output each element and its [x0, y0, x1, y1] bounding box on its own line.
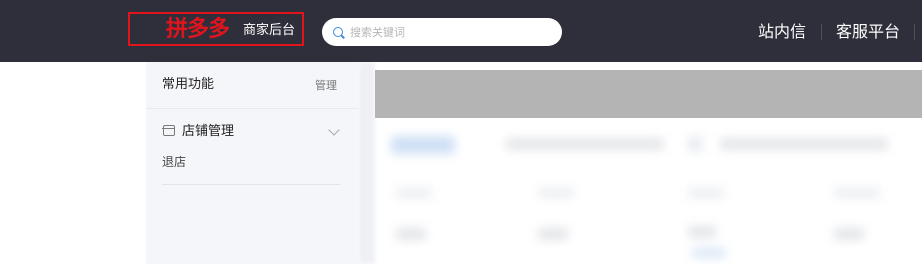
chevron-down-icon[interactable] [328, 124, 340, 136]
divider [146, 108, 358, 109]
brand-subtitle: 商家后台 [243, 23, 296, 38]
blurred-stat-label [538, 188, 574, 198]
divider [162, 184, 340, 185]
blurred-stat-value [834, 228, 864, 240]
search-icon[interactable] [333, 27, 343, 37]
blurred-stat-label [396, 188, 432, 198]
search-input[interactable] [350, 22, 550, 42]
content-gutter [358, 62, 375, 264]
blurred-tab-icon [688, 136, 702, 152]
blurred-stat-value [688, 226, 716, 238]
blurred-link [692, 248, 726, 258]
blurred-stat-label [834, 188, 880, 198]
blurred-stat-label [688, 188, 724, 198]
blurred-stat-value [396, 228, 426, 240]
sidebar: 常用功能 管理 店铺管理 退店 [146, 62, 358, 264]
main-content [358, 62, 922, 264]
common-functions-header: 常用功能 管理 [146, 62, 358, 108]
search-box[interactable] [322, 18, 562, 46]
service-platform-link[interactable]: 客服平台 [836, 21, 900, 43]
top-navigation-bar: 拼多多 商家后台 站内信 客服平台 [0, 0, 922, 62]
nav-divider [914, 24, 915, 40]
manage-button[interactable]: 管理 [315, 78, 337, 94]
blurred-stat-value [538, 228, 568, 240]
banner-placeholder [375, 70, 922, 118]
blurred-tab [506, 138, 664, 150]
messages-link[interactable]: 站内信 [758, 21, 806, 43]
logo[interactable]: 拼多多 商家后台 [128, 12, 304, 46]
common-functions-title: 常用功能 [162, 77, 215, 92]
shop-icon [162, 125, 175, 136]
sidebar-item-close-shop[interactable]: 退店 [162, 154, 186, 170]
nav-divider [821, 24, 822, 40]
brand-name: 拼多多 [166, 17, 230, 42]
blurred-tab [720, 138, 888, 150]
blurred-tab-active [391, 136, 455, 154]
sidebar-group-shop-management[interactable]: 店铺管理 [182, 123, 234, 141]
